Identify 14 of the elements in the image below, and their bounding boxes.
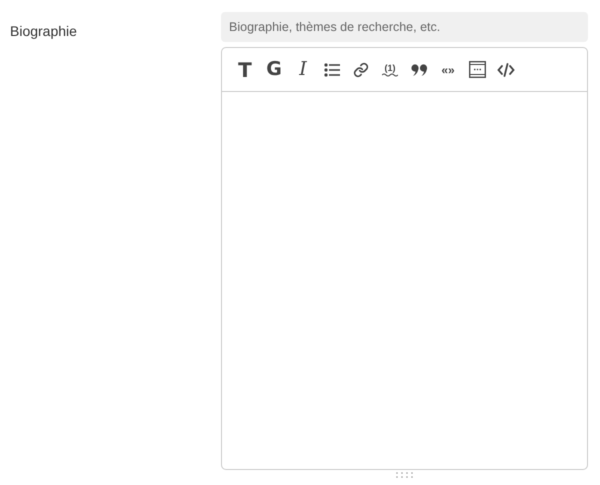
format-button[interactable]: «» [434, 54, 462, 84]
wave-icon [382, 72, 398, 76]
footnote-button[interactable]: (1) [376, 54, 404, 84]
field-label: Biographie [10, 23, 77, 39]
format-button[interactable]: T [231, 54, 259, 84]
code-icon [497, 62, 515, 76]
list-icon [324, 62, 340, 76]
frame-icon [468, 61, 486, 78]
quote-icon [410, 64, 428, 76]
format-button[interactable]: G [260, 54, 288, 84]
help-text: Biographie, thèmes de recherche, etc. [221, 12, 588, 42]
resize-handle[interactable] [394, 472, 414, 478]
format-button[interactable]: I [289, 54, 317, 84]
link-icon [353, 62, 369, 78]
